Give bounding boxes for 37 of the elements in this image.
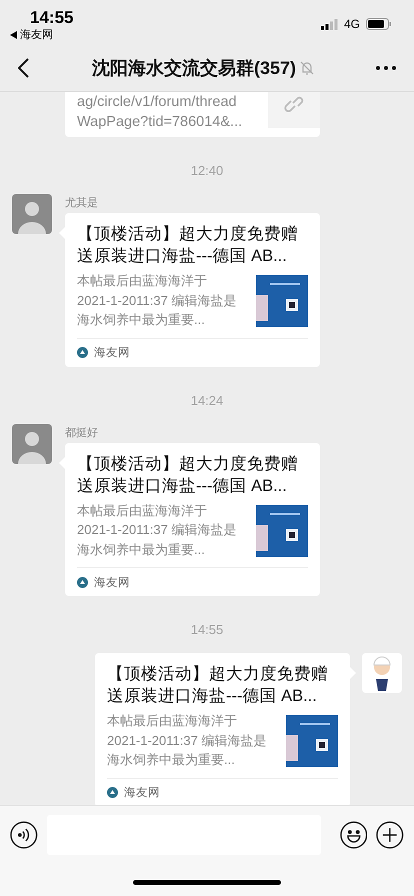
source-name: 海友网: [124, 786, 160, 800]
poster-thumbnail: [256, 504, 308, 556]
link-url-text: WapPage?tid=786014&...: [77, 113, 242, 132]
card-description: 本帖最后由蓝海海洋于2021-1-2011:37 编辑海盐是海水饲养中最为重要...: [77, 502, 237, 558]
status-time: 14:55: [30, 8, 74, 28]
poster-thumbnail: [256, 275, 308, 327]
voice-icon[interactable]: [10, 821, 38, 849]
back-to-app-link[interactable]: 海友网: [10, 28, 74, 42]
sender-name: 都挺好: [65, 426, 99, 440]
add-icon[interactable]: [376, 821, 404, 849]
signal-icon: [320, 18, 338, 30]
card-title: 【顶楼活动】超大力度免费赠送原装进口海盐---德国 AB...: [77, 454, 299, 496]
network-type: 4G: [344, 17, 360, 31]
link-card[interactable]: 【顶楼活动】超大力度免费赠送原装进口海盐---德国 AB... 本帖最后由蓝海海洋于2021-1-2011:37 编辑海盐是海水饲养中最为重要... 海友网: [65, 213, 320, 366]
emoji-icon[interactable]: [340, 821, 368, 849]
link-card[interactable]: 【顶楼活动】超大力度免费赠送原装进口海盐---德国 AB... 本帖最后由蓝海海洋于2021-1-2011:37 编辑海盐是海水饲养中最为重要... 海友网: [95, 653, 350, 805]
source-name: 海友网: [94, 576, 130, 590]
source-logo-icon: [77, 347, 88, 358]
back-icon[interactable]: [18, 58, 30, 78]
link-card[interactable]: 【顶楼活动】超大力度免费赠送原装进口海盐---德国 AB... 本帖最后由蓝海海洋于2021-1-2011:37 编辑海盐是海水饲养中最为重要... 海友网: [65, 442, 320, 596]
poster-thumbnail: [286, 715, 338, 767]
source-name: 海友网: [94, 346, 130, 360]
message-time: 14:55: [190, 622, 224, 637]
back-triangle-icon: [10, 31, 17, 39]
card-title: 【顶楼活动】超大力度免费赠送原装进口海盐---德国 AB...: [77, 224, 299, 267]
sender-name: 尤其是: [65, 196, 99, 210]
card-title: 【顶楼活动】超大力度免费赠送原装进口海盐---德国 AB...: [107, 664, 329, 707]
chat-title: 沈阳海水交流交易群(357): [92, 56, 296, 80]
more-icon[interactable]: [376, 66, 396, 70]
link-url-text: ag/circle/v1/forum/thread: [77, 93, 238, 112]
card-description: 本帖最后由蓝海海洋于2021-1-2011:37 编辑海盐是海水饲养中最为重要...: [77, 272, 237, 329]
source-logo-icon: [107, 787, 118, 798]
card-description: 本帖最后由蓝海海洋于2021-1-2011:37 编辑海盐是海水饲养中最为重要...: [107, 712, 267, 769]
source-logo-icon: [77, 576, 88, 588]
battery-icon: [366, 18, 392, 30]
message-time: 14:24: [190, 392, 224, 408]
message-time: 12:40: [190, 163, 224, 178]
